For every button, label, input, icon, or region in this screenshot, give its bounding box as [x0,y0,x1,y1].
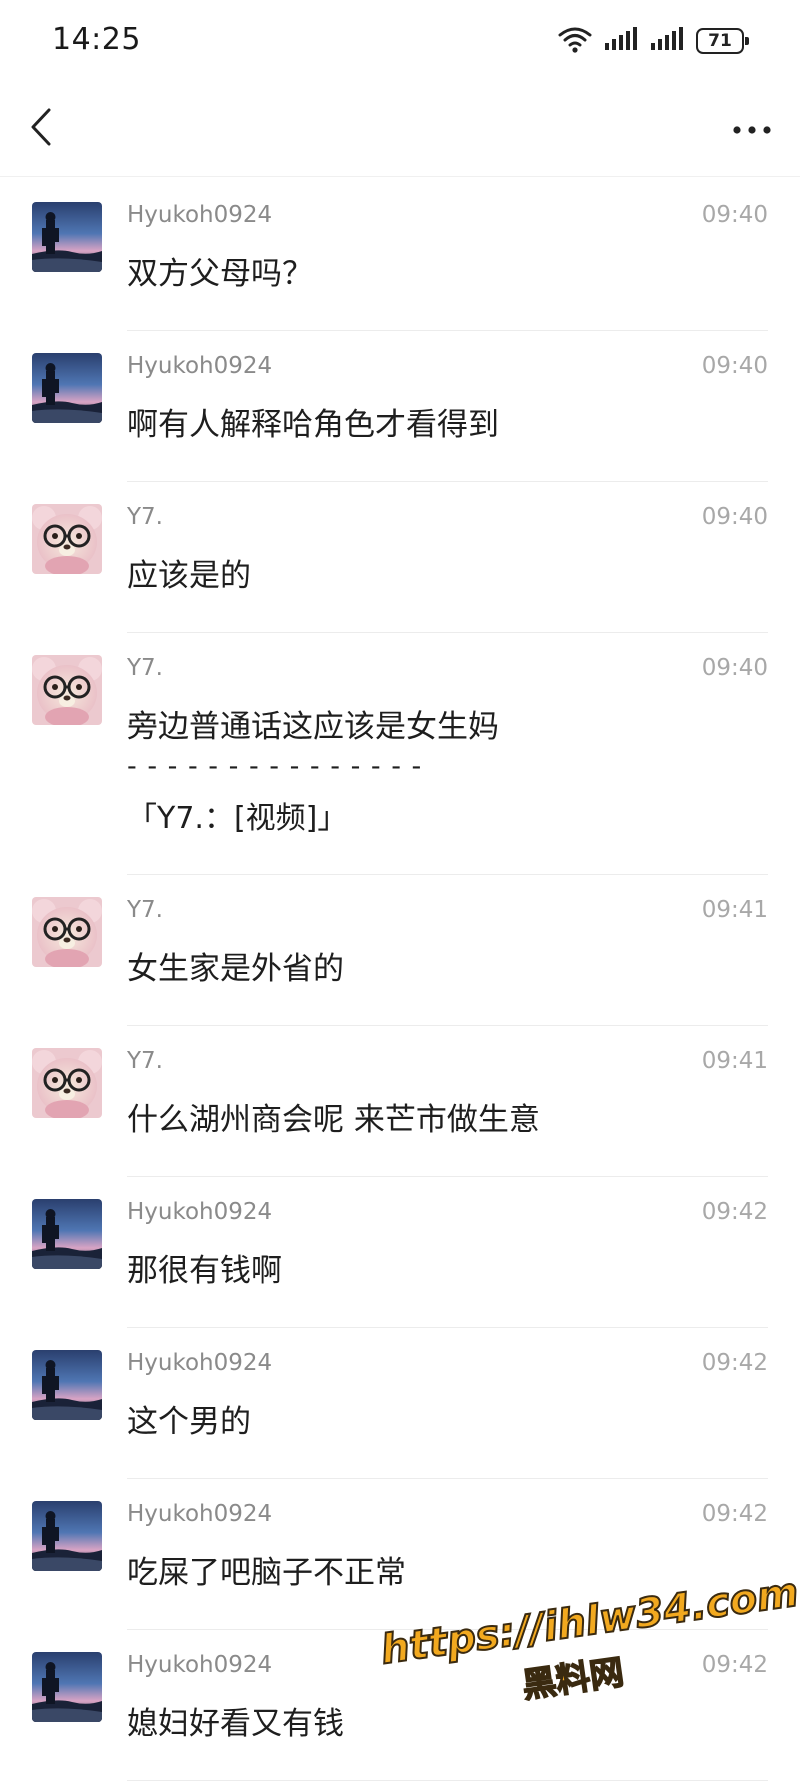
message-time: 09:41 [701,897,768,923]
message-item[interactable]: Hyukoh0924 09:40 啊有人解释哈角色才看得到 [0,331,800,482]
status-time: 14:25 [52,22,141,57]
message-item[interactable]: Y7. 09:41 女生家是外省的 [0,875,800,1026]
sender-name: Hyukoh0924 [127,202,273,228]
back-button[interactable] [18,104,64,154]
message-time: 09:40 [701,504,768,530]
status-icons: 71 [558,24,749,58]
message-item[interactable]: Y7. 09:41 什么湖州商会呢 来芒市做生意 [0,1026,800,1177]
message-text: 媳妇好看又有钱 [127,1706,344,1742]
avatar[interactable] [32,1652,102,1722]
status-bar: 14:25 71 [0,0,800,84]
more-horizontal-icon [732,120,772,139]
quoted-message[interactable]: 「Y7.：[视频]」 [127,793,347,837]
message-time: 09:42 [701,1501,768,1527]
message-time: 09:40 [701,353,768,379]
wifi-icon [558,24,592,58]
message-time: 09:42 [701,1199,768,1225]
avatar[interactable] [32,353,102,423]
message-item[interactable]: Hyukoh0924 09:40 双方父母吗？ [0,180,800,331]
avatar[interactable] [32,1350,102,1420]
message-text: 应该是的 [127,558,251,594]
signal-icon [650,26,684,56]
more-button[interactable] [724,106,780,152]
watermark-label: 黑料网 [519,1652,627,1707]
sender-name: Hyukoh0924 [127,1350,273,1376]
message-list[interactable]: Hyukoh0924 09:40 双方父母吗？ Hyukoh0924 09:40… [0,180,800,1781]
avatar[interactable] [32,897,102,967]
sender-name: Y7. [127,655,163,681]
avatar[interactable] [32,202,102,272]
message-time: 09:40 [701,655,768,681]
quote-separator: - - - - - - - - - - - - - - - [127,751,423,782]
sender-name: Y7. [127,1048,163,1074]
message-time: 09:42 [701,1350,768,1376]
nav-bar [0,84,800,177]
message-text: 这个男的 [127,1404,251,1440]
battery-level: 71 [708,30,732,51]
message-text: 啊有人解释哈角色才看得到 [127,407,499,443]
sender-name: Y7. [127,897,163,923]
message-text: 什么湖州商会呢 来芒市做生意 [127,1102,540,1138]
avatar[interactable] [32,1501,102,1571]
avatar[interactable] [32,655,102,725]
message-item[interactable]: Hyukoh0924 09:42 这个男的 [0,1328,800,1479]
message-text: 女生家是外省的 [127,951,344,987]
avatar[interactable] [32,1048,102,1118]
sender-name: Y7. [127,504,163,530]
message-text: 那很有钱啊 [127,1253,282,1289]
message-text: 双方父母吗？ [127,256,313,292]
sender-name: Hyukoh0924 [127,1652,273,1678]
message-time: 09:41 [701,1048,768,1074]
message-item[interactable]: Hyukoh0924 09:42 那很有钱啊 [0,1177,800,1328]
chevron-left-icon [29,107,53,151]
message-text: 吃屎了吧脑子不正常 [127,1555,406,1591]
avatar[interactable] [32,504,102,574]
message-item[interactable]: Y7. 09:40 应该是的 [0,482,800,633]
battery-icon: 71 [696,28,749,54]
message-time: 09:40 [701,202,768,228]
sender-name: Hyukoh0924 [127,1199,273,1225]
sender-name: Hyukoh0924 [127,353,273,379]
signal-icon [604,26,638,56]
sender-name: Hyukoh0924 [127,1501,273,1527]
avatar[interactable] [32,1199,102,1269]
message-item[interactable]: Y7. 09:40 旁边普通话这应该是女生妈 - - - - - - - - -… [0,633,800,875]
message-text: 旁边普通话这应该是女生妈 [127,709,499,745]
